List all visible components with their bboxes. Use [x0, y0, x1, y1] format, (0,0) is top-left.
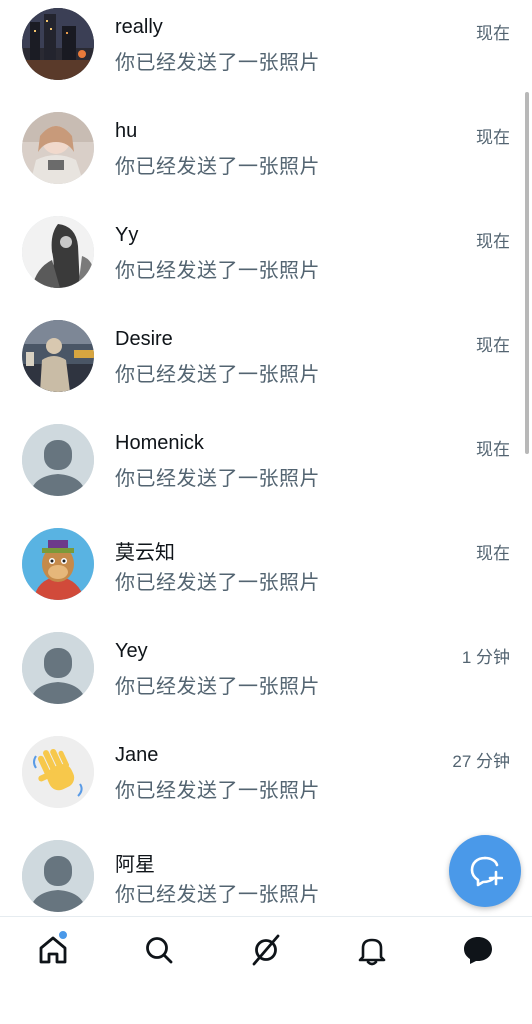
conversation-name: 阿星 [115, 854, 155, 876]
message-preview: 你已经发送了一张照片 [115, 468, 320, 490]
message-preview: 你已经发送了一张照片 [115, 260, 320, 282]
conversation-row[interactable]: really 你已经发送了一张照片 现在 [0, 0, 532, 104]
timestamp: 现在 [476, 440, 510, 459]
message-preview: 你已经发送了一张照片 [115, 156, 320, 178]
nav-messages[interactable] [461, 933, 497, 969]
message-preview: 你已经发送了一张照片 [115, 364, 320, 386]
timestamp: 现在 [476, 24, 510, 43]
conversation-row[interactable]: Yy 你已经发送了一张照片 现在 [0, 208, 532, 312]
nav-search[interactable] [142, 933, 178, 969]
message-preview: 你已经发送了一张照片 [115, 780, 320, 802]
conversation-name: Desire [115, 328, 173, 350]
waving-hand-icon [22, 736, 94, 808]
conversation-name: hu [115, 120, 138, 142]
messages-icon [464, 937, 492, 964]
timestamp: 现在 [476, 544, 510, 563]
new-message-button[interactable] [449, 835, 521, 907]
nav-notifications[interactable] [355, 933, 391, 969]
notifications-icon [358, 938, 386, 966]
bottom-nav [0, 916, 532, 1024]
timestamp: 现在 [476, 128, 510, 147]
nav-spaces[interactable] [249, 933, 285, 969]
conversation-name: Jane [115, 744, 159, 766]
avatar[interactable] [22, 424, 94, 496]
default-avatar-icon [22, 632, 94, 704]
avatar[interactable] [22, 320, 94, 392]
scrollbar[interactable] [525, 92, 529, 454]
avatar[interactable] [22, 528, 94, 600]
message-preview: 你已经发送了一张照片 [115, 572, 320, 594]
default-avatar-icon [22, 840, 94, 912]
timestamp: 现在 [476, 232, 510, 251]
avatar[interactable] [22, 736, 94, 808]
avatar[interactable] [22, 8, 94, 80]
search-icon [146, 937, 173, 964]
default-avatar-icon [22, 424, 94, 496]
message-preview: 你已经发送了一张照片 [115, 52, 320, 74]
conversation-name: Homenick [115, 432, 204, 454]
timestamp: 现在 [476, 336, 510, 355]
conversation-row[interactable]: hu 你已经发送了一张照片 现在 [0, 104, 532, 208]
spaces-icon [252, 934, 280, 966]
conversation-name: really [115, 16, 163, 38]
message-preview: 你已经发送了一张照片 [115, 676, 320, 698]
timestamp: 27 分钟 [452, 752, 510, 771]
avatar[interactable] [22, 216, 94, 288]
timestamp: 1 分钟 [461, 648, 510, 667]
conversation-row[interactable]: Desire 你已经发送了一张照片 现在 [0, 312, 532, 416]
conversation-list: really 你已经发送了一张照片 现在 hu 你已经发送了一张照片 现在 Yy… [0, 0, 532, 916]
conversation-row[interactable]: Jane 你已经发送了一张照片 27 分钟 [0, 728, 532, 832]
conversation-row[interactable]: Homenick 你已经发送了一张照片 现在 [0, 416, 532, 520]
new-message-icon [470, 856, 503, 887]
avatar[interactable] [22, 840, 94, 912]
messages-screen: really 你已经发送了一张照片 现在 hu 你已经发送了一张照片 现在 Yy… [0, 0, 532, 1024]
message-preview: 你已经发送了一张照片 [115, 884, 320, 906]
avatar[interactable] [22, 112, 94, 184]
conversation-name: 莫云知 [115, 542, 175, 564]
conversation-row[interactable]: 莫云知 你已经发送了一张照片 现在 [0, 520, 532, 624]
notification-dot [58, 930, 68, 940]
conversation-name: Yy [115, 224, 139, 246]
avatar[interactable] [22, 632, 94, 704]
nav-home[interactable] [36, 930, 72, 969]
conversation-name: Yey [115, 640, 148, 662]
conversation-row[interactable]: Yey 你已经发送了一张照片 1 分钟 [0, 624, 532, 728]
